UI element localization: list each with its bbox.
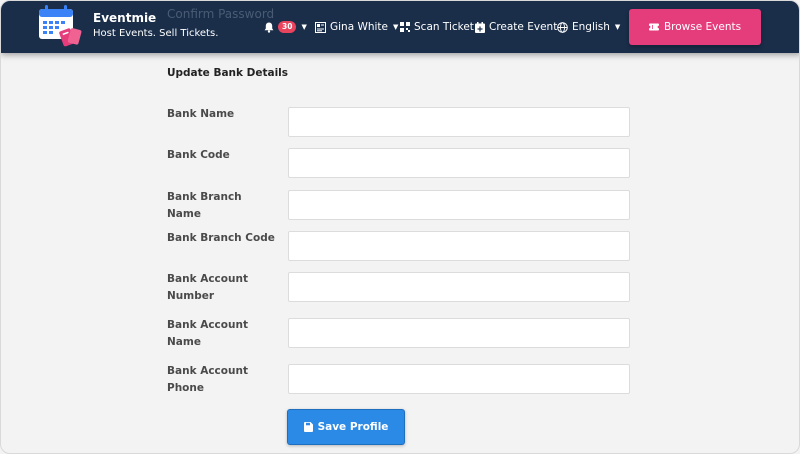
bank-name-input[interactable] bbox=[288, 107, 630, 137]
bell-icon bbox=[264, 22, 274, 33]
bank-code-input[interactable] bbox=[288, 148, 630, 178]
app-window: Confirm Password Eventmie Host Events. S… bbox=[0, 0, 800, 454]
user-menu-dropdown[interactable]: Gina White ▼ bbox=[315, 19, 398, 35]
ticket-icon bbox=[648, 23, 659, 31]
bank-account-phone-input[interactable] bbox=[288, 364, 630, 394]
notifications-dropdown[interactable]: 30 ▼ bbox=[264, 19, 307, 35]
bank-name-label: Bank Name bbox=[167, 108, 235, 120]
brand-tagline: Host Events. Sell Tickets. bbox=[93, 28, 219, 39]
bank-account-number-label: Bank Account Number bbox=[167, 273, 248, 302]
save-profile-label: Save Profile bbox=[317, 421, 389, 433]
language-dropdown[interactable]: English ▼ bbox=[557, 19, 620, 35]
eventmie-logo[interactable] bbox=[35, 3, 83, 49]
bank-branch-code-label: Bank Branch Code bbox=[167, 232, 275, 244]
chevron-down-icon: ▼ bbox=[301, 23, 307, 31]
language-label: English bbox=[572, 21, 610, 33]
browse-events-button[interactable]: Browse Events bbox=[629, 9, 761, 45]
bank-branch-name-input[interactable] bbox=[288, 190, 630, 220]
brand-name[interactable]: Eventmie bbox=[93, 11, 156, 25]
bank-code-label: Bank Code bbox=[167, 149, 230, 161]
scan-ticket-link[interactable]: Scan Ticket bbox=[400, 19, 474, 35]
chevron-down-icon: ▼ bbox=[614, 23, 621, 31]
bank-account-number-input[interactable] bbox=[288, 272, 630, 302]
notification-count-badge: 30 bbox=[278, 21, 297, 33]
scan-ticket-label: Scan Ticket bbox=[414, 21, 474, 33]
ghost-text: Confirm Password bbox=[167, 7, 275, 21]
bank-account-name-label: Bank Account Name bbox=[167, 319, 248, 348]
bank-branch-code-input[interactable] bbox=[288, 231, 630, 261]
browse-events-label: Browse Events bbox=[663, 21, 742, 33]
chevron-down-icon: ▼ bbox=[393, 23, 399, 31]
create-event-link[interactable]: Create Event bbox=[475, 19, 557, 35]
qrcode-icon bbox=[400, 22, 410, 32]
create-event-label: Create Event bbox=[489, 21, 558, 33]
calendar-plus-icon bbox=[475, 21, 485, 33]
save-profile-button[interactable]: Save Profile bbox=[287, 409, 405, 445]
bank-branch-name-label: Bank Branch Name bbox=[167, 191, 242, 220]
bank-account-name-input[interactable] bbox=[288, 318, 630, 348]
bank-account-phone-label: Bank Account Phone bbox=[167, 365, 248, 394]
section-title: Update Bank Details bbox=[167, 67, 289, 79]
save-icon bbox=[303, 422, 313, 432]
user-name: Gina White bbox=[330, 21, 389, 33]
top-navbar: Confirm Password Eventmie Host Events. S… bbox=[1, 1, 799, 53]
globe-icon bbox=[557, 21, 568, 33]
id-card-icon bbox=[315, 21, 326, 33]
